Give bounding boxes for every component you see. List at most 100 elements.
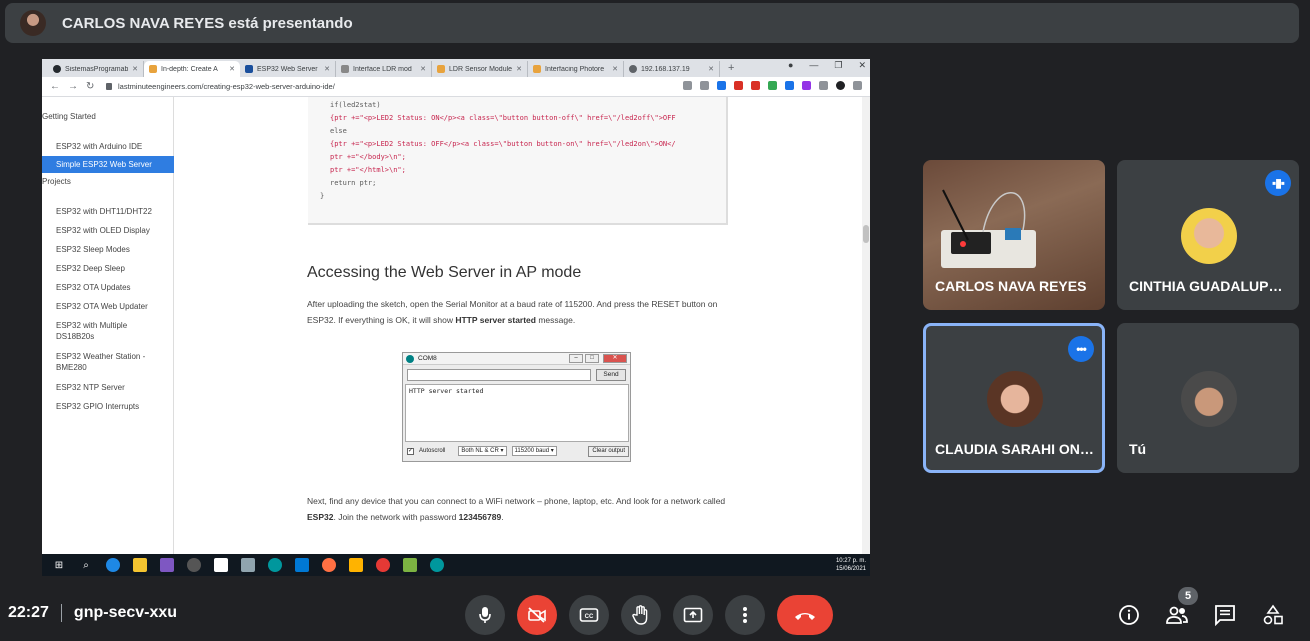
serial-monitor-title: COM8 [418, 355, 437, 362]
close-icon[interactable]: ✕ [708, 65, 714, 73]
sidebar-item-esp32-arduino-ide[interactable]: ESP32 with Arduino IDE [56, 141, 166, 152]
search-icon[interactable]: ⌕ [79, 558, 93, 572]
back-icon[interactable]: ← [50, 81, 60, 92]
browser-tab[interactable]: SistemasProgramab ✕ [48, 61, 144, 77]
url-field[interactable]: lastminuteengineers.com/creating-esp32-w… [106, 82, 335, 91]
app-icon[interactable] [322, 558, 336, 572]
participant-name: Tú [1129, 441, 1147, 457]
extensions-toolbar [683, 81, 862, 90]
participant-tile-pinned[interactable]: ••• CLAUDIA SARAHI ONT... [923, 323, 1105, 473]
reload-icon[interactable]: ↻ [86, 81, 96, 92]
sidebar-item-project[interactable]: ESP32 Deep Sleep [56, 263, 166, 274]
sidebar-item-project[interactable]: ESP32 OTA Updates [56, 282, 166, 293]
forward-icon[interactable]: → [68, 81, 78, 92]
participant-tile-presenter[interactable]: CARLOS NAVA REYES [923, 160, 1105, 310]
browser-tab[interactable]: ESP32 Web Server ✕ [240, 61, 336, 77]
profile-icon[interactable] [836, 81, 845, 90]
app-icon[interactable] [214, 558, 228, 572]
maximize-icon[interactable]: ❐ [834, 60, 842, 71]
close-icon[interactable]: ✕ [603, 354, 627, 363]
autoscroll-checkbox[interactable]: ✓ [407, 447, 414, 455]
scrollbar-thumb[interactable] [863, 225, 869, 243]
page-scrollbar[interactable] [862, 97, 870, 554]
maximize-icon[interactable]: □ [585, 354, 599, 363]
close-icon[interactable]: ✕ [324, 65, 330, 73]
more-options-icon[interactable]: ••• [1068, 336, 1094, 362]
sidebar-item-project[interactable]: ESP32 GPIO Interrupts [56, 401, 166, 412]
minimize-icon[interactable]: – [569, 354, 583, 363]
baud-select[interactable]: 115200 baud ▾ [511, 446, 557, 456]
browser-tab[interactable]: Interfacing Photore ✕ [528, 61, 624, 77]
serial-monitor-window: COM8 – □ ✕ Send HTTP server started ✓ Au… [402, 352, 631, 462]
camera-off-button[interactable] [517, 595, 557, 635]
close-icon[interactable]: ✕ [420, 65, 426, 73]
extension-icon[interactable] [802, 81, 811, 90]
code-block: if(led2stat) {ptr +="<p>LED2 Status: ON</… [308, 97, 728, 225]
participant-tile[interactable]: ▪▮▪ CINTHIA GUADALUPE ... [1117, 160, 1299, 310]
new-tab-button[interactable]: + [728, 61, 734, 77]
sidebar-item-project[interactable]: ESP32 Weather Station - BME280 [56, 351, 156, 373]
serial-footer: ✓ Autoscroll Both NL & CR ▾ 115200 baud … [407, 445, 629, 457]
participant-tile-self[interactable]: Tú [1117, 323, 1299, 473]
browser-tab-active[interactable]: In-depth: Create A ✕ [144, 61, 240, 77]
app-icon[interactable] [241, 558, 255, 572]
sidebar-item-project[interactable]: ESP32 NTP Server [56, 382, 166, 393]
leave-call-button[interactable] [777, 595, 833, 635]
close-icon[interactable]: ✕ [229, 65, 235, 73]
avatar [1181, 371, 1237, 427]
puzzle-icon[interactable] [819, 81, 828, 90]
star-icon[interactable] [700, 81, 709, 90]
more-options-button[interactable] [725, 595, 765, 635]
close-icon[interactable]: ✕ [132, 65, 138, 73]
meeting-details-button[interactable] [1115, 601, 1143, 629]
clear-output-button[interactable]: Clear output [588, 445, 629, 457]
send-button[interactable]: Send [596, 369, 626, 381]
sidebar-item-simple-web-server[interactable]: Simple ESP32 Web Server [42, 156, 174, 173]
captions-button[interactable]: CC [569, 595, 609, 635]
vscode-icon[interactable] [295, 558, 309, 572]
close-icon[interactable]: ✕ [516, 65, 522, 73]
line-ending-select[interactable]: Both NL & CR ▾ [458, 446, 507, 456]
extension-icon[interactable] [751, 81, 760, 90]
sidebar-item-project[interactable]: ESP32 with Multiple DS18B20s [56, 320, 146, 342]
extension-icon[interactable] [768, 81, 777, 90]
browser-tab[interactable]: LDR Sensor Module ✕ [432, 61, 528, 77]
present-now-button[interactable] [673, 595, 713, 635]
chrome-icon[interactable] [376, 558, 390, 572]
windows-start-icon[interactable]: ⊞ [52, 558, 66, 572]
sidebar-heading-getting-started: Getting Started [42, 112, 96, 121]
extension-icon[interactable] [717, 81, 726, 90]
browser-tab[interactable]: 192.168.137.19 ✕ [624, 61, 720, 77]
file-explorer-icon[interactable] [133, 558, 147, 572]
github-desktop-icon[interactable] [187, 558, 201, 572]
browser-tab[interactable]: Interface LDR mod ✕ [336, 61, 432, 77]
serial-input[interactable] [407, 369, 591, 381]
extension-icon[interactable] [734, 81, 743, 90]
app-icon[interactable] [349, 558, 363, 572]
minimize-icon[interactable]: — [809, 60, 818, 71]
edge-icon[interactable] [106, 558, 120, 572]
activities-button[interactable] [1259, 601, 1287, 629]
extension-icon[interactable] [785, 81, 794, 90]
close-window-icon[interactable]: ✕ [858, 60, 866, 71]
record-icon[interactable]: ● [788, 60, 793, 71]
sidebar-item-project[interactable]: ESP32 OTA Web Updater [56, 301, 166, 312]
close-icon[interactable]: ✕ [612, 65, 618, 73]
menu-icon[interactable] [853, 81, 862, 90]
taskbar-clock: 10:27 p. m. 15/06/2021 [835, 558, 866, 572]
raise-hand-button[interactable] [621, 595, 661, 635]
participant-name: CARLOS NAVA REYES [935, 278, 1087, 294]
sidebar-item-project[interactable]: ESP32 Sleep Modes [56, 244, 166, 255]
arduino-icon[interactable] [268, 558, 282, 572]
app-icon[interactable] [403, 558, 417, 572]
participants-button[interactable] [1163, 601, 1191, 629]
sidebar-item-project[interactable]: ESP32 with OLED Display [56, 225, 166, 236]
microphone-button[interactable] [465, 595, 505, 635]
visual-studio-icon[interactable] [160, 558, 174, 572]
lock-icon [106, 83, 112, 90]
divider [60, 604, 62, 622]
arduino-icon[interactable] [430, 558, 444, 572]
translate-icon[interactable] [683, 81, 692, 90]
chat-button[interactable] [1211, 601, 1239, 629]
sidebar-item-project[interactable]: ESP32 with DHT11/DHT22 [56, 206, 166, 217]
